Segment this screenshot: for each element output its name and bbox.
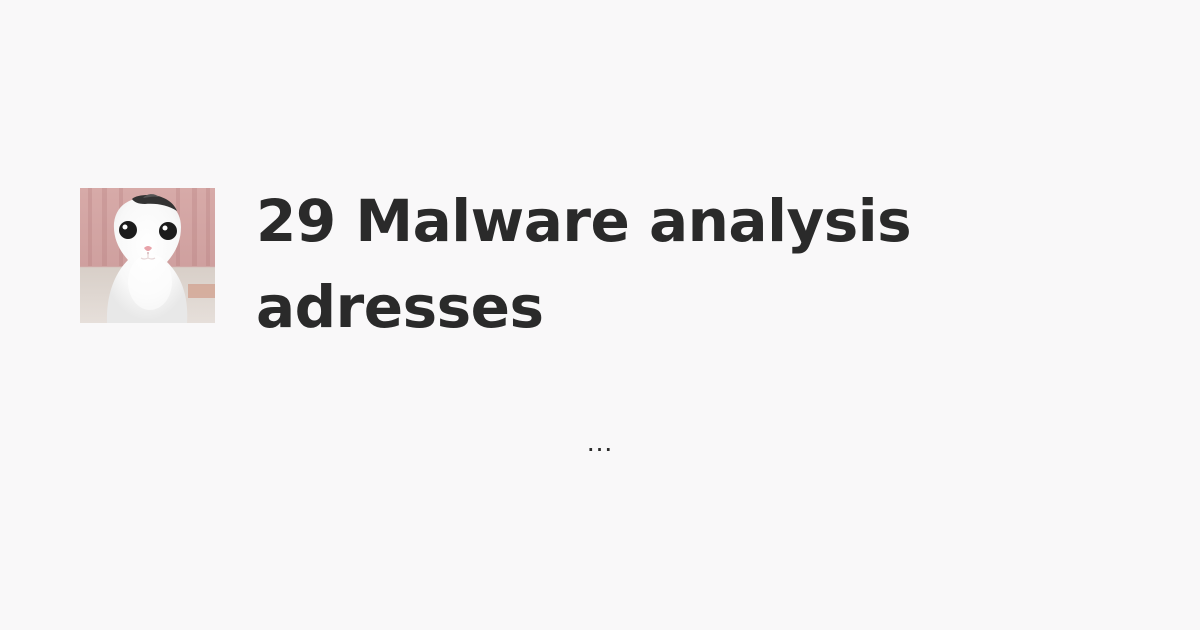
share-card: 29 Malware analysis adresses ... xyxy=(0,0,1200,630)
ellipsis-text: ... xyxy=(586,426,614,457)
post-title: 29 Malware analysis adresses xyxy=(256,187,912,341)
white-cat-photo-icon xyxy=(80,188,215,323)
avatar xyxy=(80,188,215,323)
